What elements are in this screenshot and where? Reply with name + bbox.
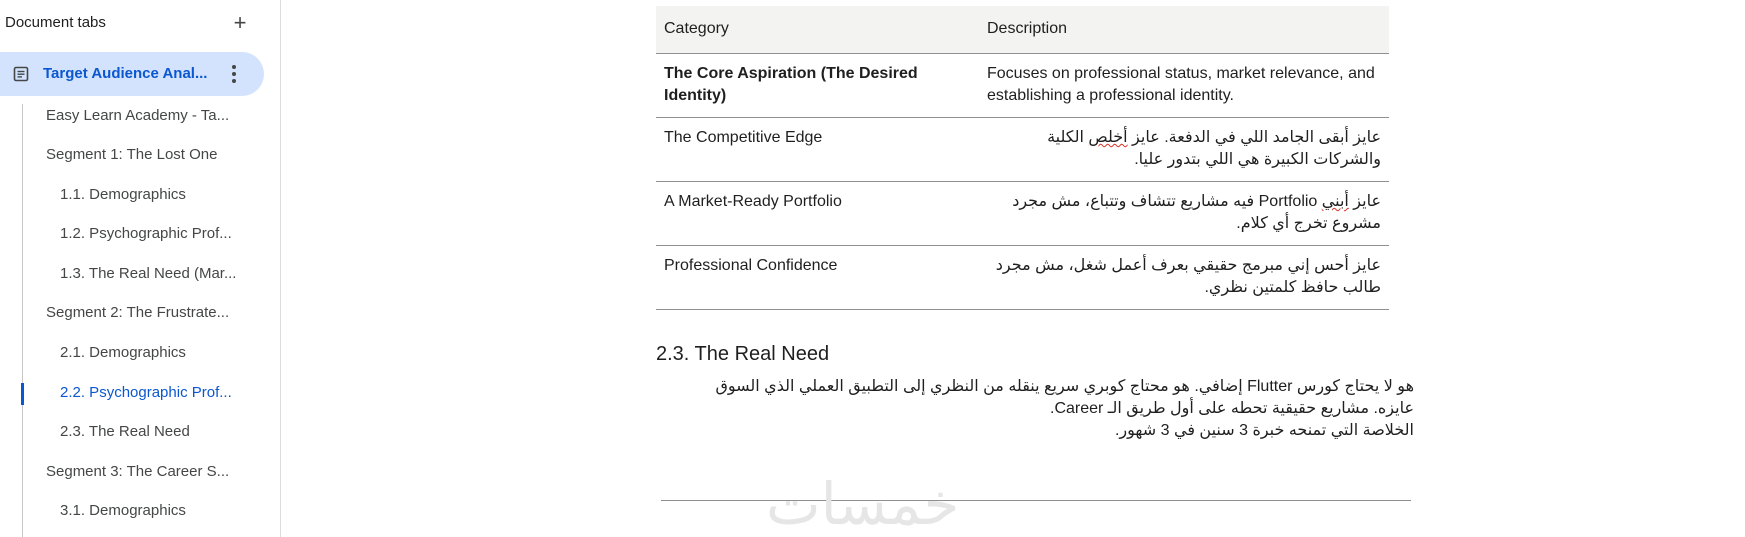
table-header-row: Category Description (656, 6, 1389, 54)
table-cell-category: Professional Confidence (656, 245, 979, 310)
outline-item-3-1[interactable]: 3.1. Demographics (60, 500, 186, 522)
tab-target-audience[interactable]: Target Audience Anal... (0, 52, 264, 96)
table-header-category: Category (656, 6, 979, 54)
section-heading: 2.3. The Real Need (656, 343, 830, 365)
misspelled-word[interactable]: أبني (1322, 193, 1349, 210)
paragraph-line: عايزه. مشاريع حقيقية تحطه على أول طريق ا… (1049, 400, 1414, 417)
outline-guide (22, 104, 23, 537)
outline-item-2-1[interactable]: 2.1. Demographics (60, 342, 186, 364)
sidebar-header: Document tabs + (5, 12, 255, 36)
section-paragraph: هو لا يحتاج كورس Flutter إضافي. هو محتاج… (656, 376, 1414, 442)
document-icon (13, 66, 29, 82)
table-cell-category: A Market-Ready Portfolio (656, 181, 979, 246)
outline-item-1-1[interactable]: 1.1. Demographics (60, 184, 186, 206)
paragraph-line: الخلاصة التي تمنحه خبرة 3 سنين في 3 شهور… (1114, 422, 1414, 439)
table-row: The Core Aspiration (The Desired Identit… (656, 53, 1389, 118)
text-run: عايز أبقى الجامد اللي في الدفعة. عايز (1127, 129, 1381, 146)
paragraph-line: هو لا يحتاج كورس Flutter إضافي. هو محتاج… (715, 378, 1414, 395)
table-row: The Competitive Edge عايز أبقى الجامد ال… (656, 117, 1389, 182)
category-table: Category Description The Core Aspiration… (656, 6, 1389, 310)
tab-label: Target Audience Anal... (43, 65, 208, 82)
table-cell-description: Focuses on professional status, market r… (979, 53, 1389, 118)
outline-item-segment-3[interactable]: Segment 3: The Career S... (46, 461, 229, 483)
more-vert-icon[interactable] (226, 62, 242, 86)
text-run: عايز (1348, 193, 1381, 210)
outline-item-easy-learn[interactable]: Easy Learn Academy - Ta... (46, 105, 229, 127)
outline-item-segment-2[interactable]: Segment 2: The Frustrate... (46, 302, 229, 324)
document-page[interactable]: Category Description The Core Aspiration… (656, 0, 1416, 537)
plus-icon: + (233, 10, 247, 35)
add-tab-button[interactable]: + (230, 12, 250, 36)
table-cell-category: The Competitive Edge (656, 117, 979, 182)
table-row: A Market-Ready Portfolio عايز أبني Portf… (656, 181, 1389, 246)
table-cell-description: عايز أحس إني مبرمج حقيقي بعرف أعمل شغل، … (979, 245, 1389, 310)
table-header-description: Description (979, 6, 1389, 54)
outline-item-2-3[interactable]: 2.3. The Real Need (60, 421, 190, 443)
misspelled-word[interactable]: أخلص (1088, 129, 1127, 146)
outline-item-1-3[interactable]: 1.3. The Real Need (Mar... (60, 263, 236, 285)
sidebar-title: Document tabs (5, 14, 106, 31)
outline-active-marker (21, 383, 24, 405)
table-row: Professional Confidence عايز أحس إني مبر… (656, 245, 1389, 310)
outline-item-2-2[interactable]: 2.2. Psychographic Prof... (60, 382, 232, 404)
table-cell-description: عايز أبني Portfolio فيه مشاريع تتشاف وتت… (979, 181, 1389, 246)
outline-item-1-2[interactable]: 1.2. Psychographic Prof... (60, 223, 232, 245)
table-cell-description: عايز أبقى الجامد اللي في الدفعة. عايز أخ… (979, 117, 1389, 182)
document-tabs-sidebar: Document tabs + Target Audience Anal... … (0, 0, 281, 537)
table-cell-category: The Core Aspiration (The Desired Identit… (656, 53, 979, 118)
watermark-logo: خمسات (766, 472, 960, 537)
outline-item-segment-1[interactable]: Segment 1: The Lost One (46, 144, 218, 166)
